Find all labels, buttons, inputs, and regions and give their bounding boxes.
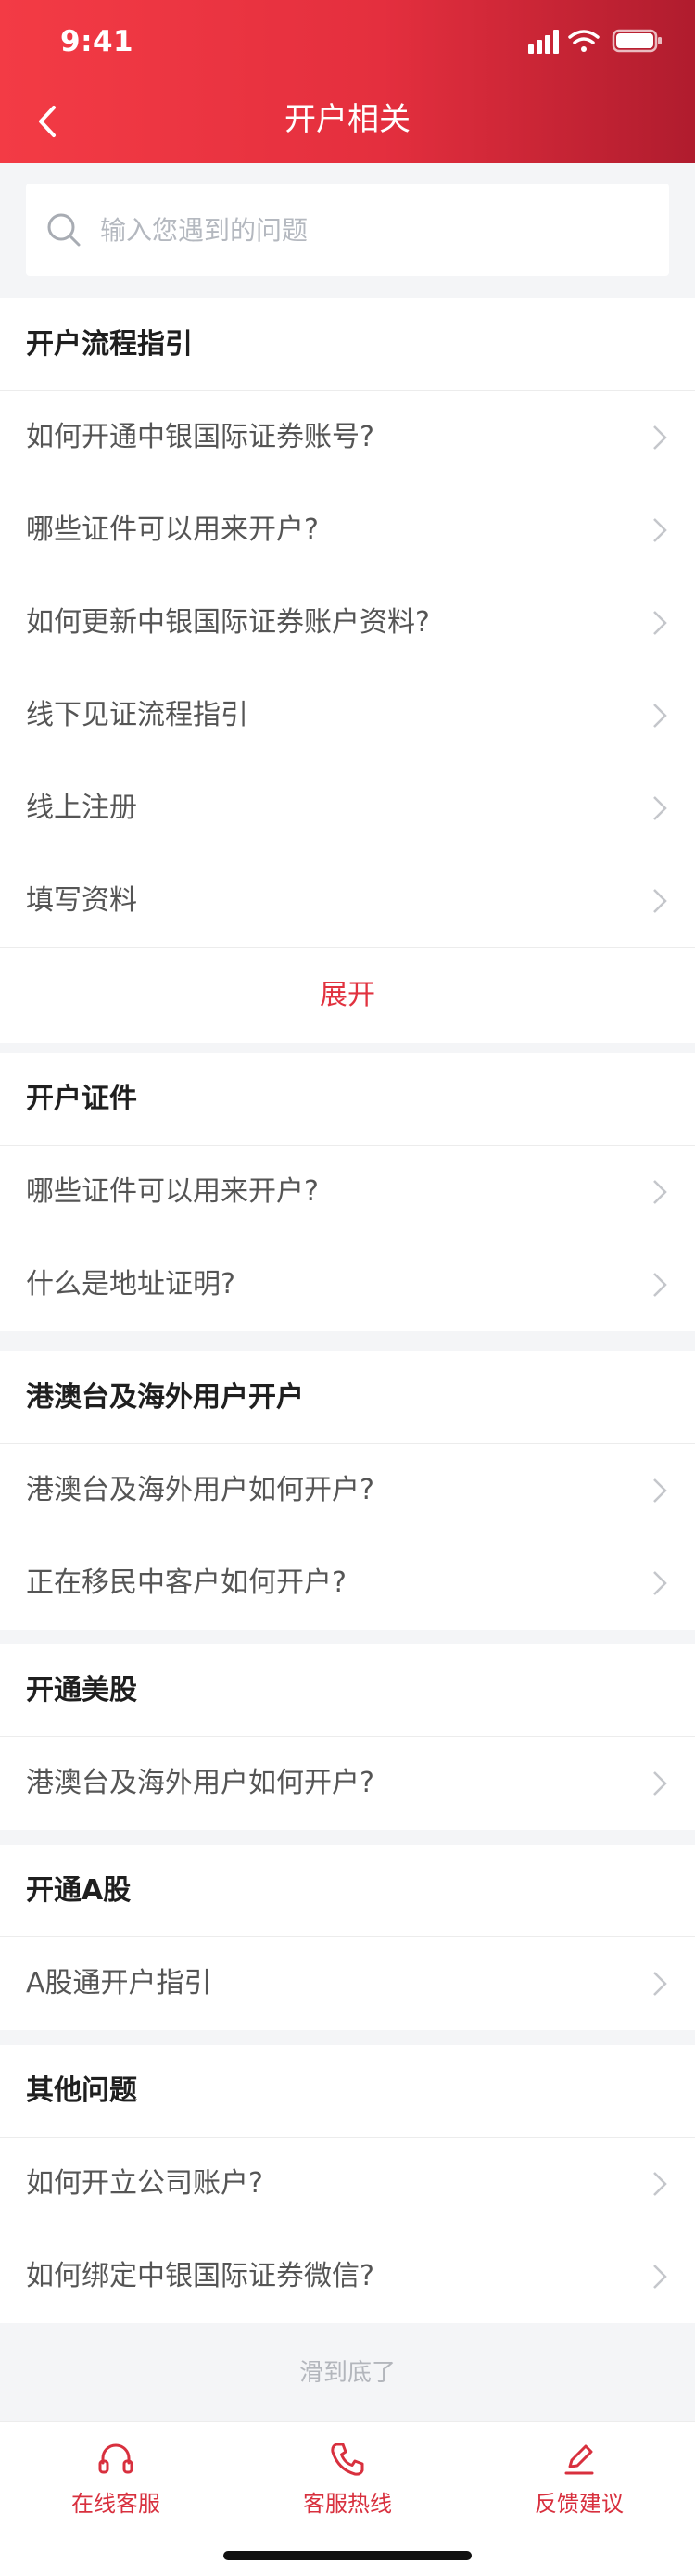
tab-label: 反馈建议 xyxy=(535,2491,624,2517)
faq-item[interactable]: 港澳台及海外用户如何开户? xyxy=(0,1737,695,1830)
chevron-right-icon xyxy=(653,796,667,820)
section-a-shares: 开通A股 A股通开户指引 xyxy=(0,1845,695,2030)
end-of-list-note: 滑到底了 xyxy=(0,2325,695,2421)
chevron-right-icon xyxy=(653,1180,667,1204)
headset-icon xyxy=(98,2443,133,2474)
faq-item-label: A股通开户指引 xyxy=(26,1967,212,1999)
faq-item-label: 正在移民中客户如何开户? xyxy=(26,1567,347,1599)
faq-item-label: 如何更新中银国际证券账户资料? xyxy=(26,606,430,639)
chevron-right-icon xyxy=(653,1273,667,1297)
tab-service-hotline[interactable]: 客服热线 xyxy=(232,2439,463,2522)
tab-label: 在线客服 xyxy=(71,2491,160,2517)
faq-item-label: 线下见证流程指引 xyxy=(26,699,248,731)
section-other-questions: 其他问题 如何开立公司账户? 如何绑定中银国际证券微信? xyxy=(0,2045,695,2323)
faq-item-label: 如何开立公司账户? xyxy=(26,2167,263,2200)
search-area xyxy=(0,163,695,298)
signal-icon xyxy=(528,30,559,54)
chevron-right-icon xyxy=(653,518,667,542)
section-overseas-users: 港澳台及海外用户开户 港澳台及海外用户如何开户? 正在移民中客户如何开户? xyxy=(0,1351,695,1630)
chevron-right-icon xyxy=(653,2265,667,2289)
chevron-right-icon xyxy=(653,425,667,450)
faq-item-label: 哪些证件可以用来开户? xyxy=(26,514,319,546)
faq-item[interactable]: 哪些证件可以用来开户? xyxy=(0,1146,695,1238)
pencil-icon xyxy=(564,2444,594,2475)
faq-item-label: 如何开通中银国际证券账号? xyxy=(26,421,374,453)
tab-label: 客服热线 xyxy=(303,2491,392,2517)
faq-item[interactable]: 线上注册 xyxy=(0,762,695,855)
chevron-right-icon xyxy=(653,704,667,728)
expand-button[interactable]: 展开 xyxy=(0,947,695,1043)
faq-item[interactable]: A股通开户指引 xyxy=(0,1937,695,2030)
faq-item-label: 港澳台及海外用户如何开户? xyxy=(26,1474,374,1506)
faq-item-label: 线上注册 xyxy=(26,792,137,824)
faq-item-label: 港澳台及海外用户如何开户? xyxy=(26,1767,374,1799)
faq-item[interactable]: 港澳台及海外用户如何开户? xyxy=(0,1444,695,1537)
section-title: 其他问题 xyxy=(0,2045,695,2138)
faq-item[interactable]: 如何开立公司账户? xyxy=(0,2138,695,2230)
app-header: 9:41 开户相关 xyxy=(0,0,695,163)
home-indicator xyxy=(223,2551,472,2560)
status-icons xyxy=(528,29,662,54)
chevron-right-icon xyxy=(653,611,667,635)
faq-item-label: 填写资料 xyxy=(26,884,137,917)
section-account-documents: 开户证件 哪些证件可以用来开户? 什么是地址证明? xyxy=(0,1053,695,1331)
chevron-right-icon xyxy=(653,1771,667,1796)
status-time: 9:41 xyxy=(60,25,134,58)
phone-icon xyxy=(331,2443,364,2476)
faq-item[interactable]: 线下见证流程指引 xyxy=(0,669,695,762)
section-title: 开户流程指引 xyxy=(0,298,695,391)
faq-item[interactable]: 哪些证件可以用来开户? xyxy=(0,484,695,577)
faq-item[interactable]: 如何更新中银国际证券账户资料? xyxy=(0,577,695,669)
search-box[interactable] xyxy=(26,184,669,276)
faq-item-label: 哪些证件可以用来开户? xyxy=(26,1175,319,1208)
section-title: 开通美股 xyxy=(0,1644,695,1737)
tab-feedback[interactable]: 反馈建议 xyxy=(463,2439,695,2522)
faq-item[interactable]: 什么是地址证明? xyxy=(0,1238,695,1331)
battery-icon xyxy=(612,29,662,53)
chevron-right-icon xyxy=(653,1571,667,1595)
faq-item[interactable]: 如何绑定中银国际证券微信? xyxy=(0,2230,695,2323)
chevron-right-icon xyxy=(653,889,667,913)
section-us-stocks: 开通美股 港澳台及海外用户如何开户? xyxy=(0,1644,695,1830)
tab-online-service[interactable]: 在线客服 xyxy=(0,2439,232,2522)
chevron-right-icon xyxy=(653,1478,667,1503)
chevron-right-icon xyxy=(653,1972,667,1996)
faq-item[interactable]: 如何开通中银国际证券账号? xyxy=(0,391,695,484)
faq-item[interactable]: 填写资料 xyxy=(0,855,695,947)
search-input[interactable] xyxy=(100,184,647,276)
chevron-right-icon xyxy=(653,2172,667,2196)
faq-item-label: 如何绑定中银国际证券微信? xyxy=(26,2260,374,2292)
section-account-opening-guide: 开户流程指引 如何开通中银国际证券账号? 哪些证件可以用来开户? 如何更新中银国… xyxy=(0,298,695,1043)
wifi-icon xyxy=(568,30,600,52)
search-icon xyxy=(47,213,81,247)
faq-item[interactable]: 正在移民中客户如何开户? xyxy=(0,1537,695,1630)
section-title: 开户证件 xyxy=(0,1053,695,1146)
section-title: 港澳台及海外用户开户 xyxy=(0,1351,695,1444)
page-title: 开户相关 xyxy=(284,101,411,138)
section-title: 开通A股 xyxy=(0,1845,695,1937)
faq-item-label: 什么是地址证明? xyxy=(26,1268,235,1301)
